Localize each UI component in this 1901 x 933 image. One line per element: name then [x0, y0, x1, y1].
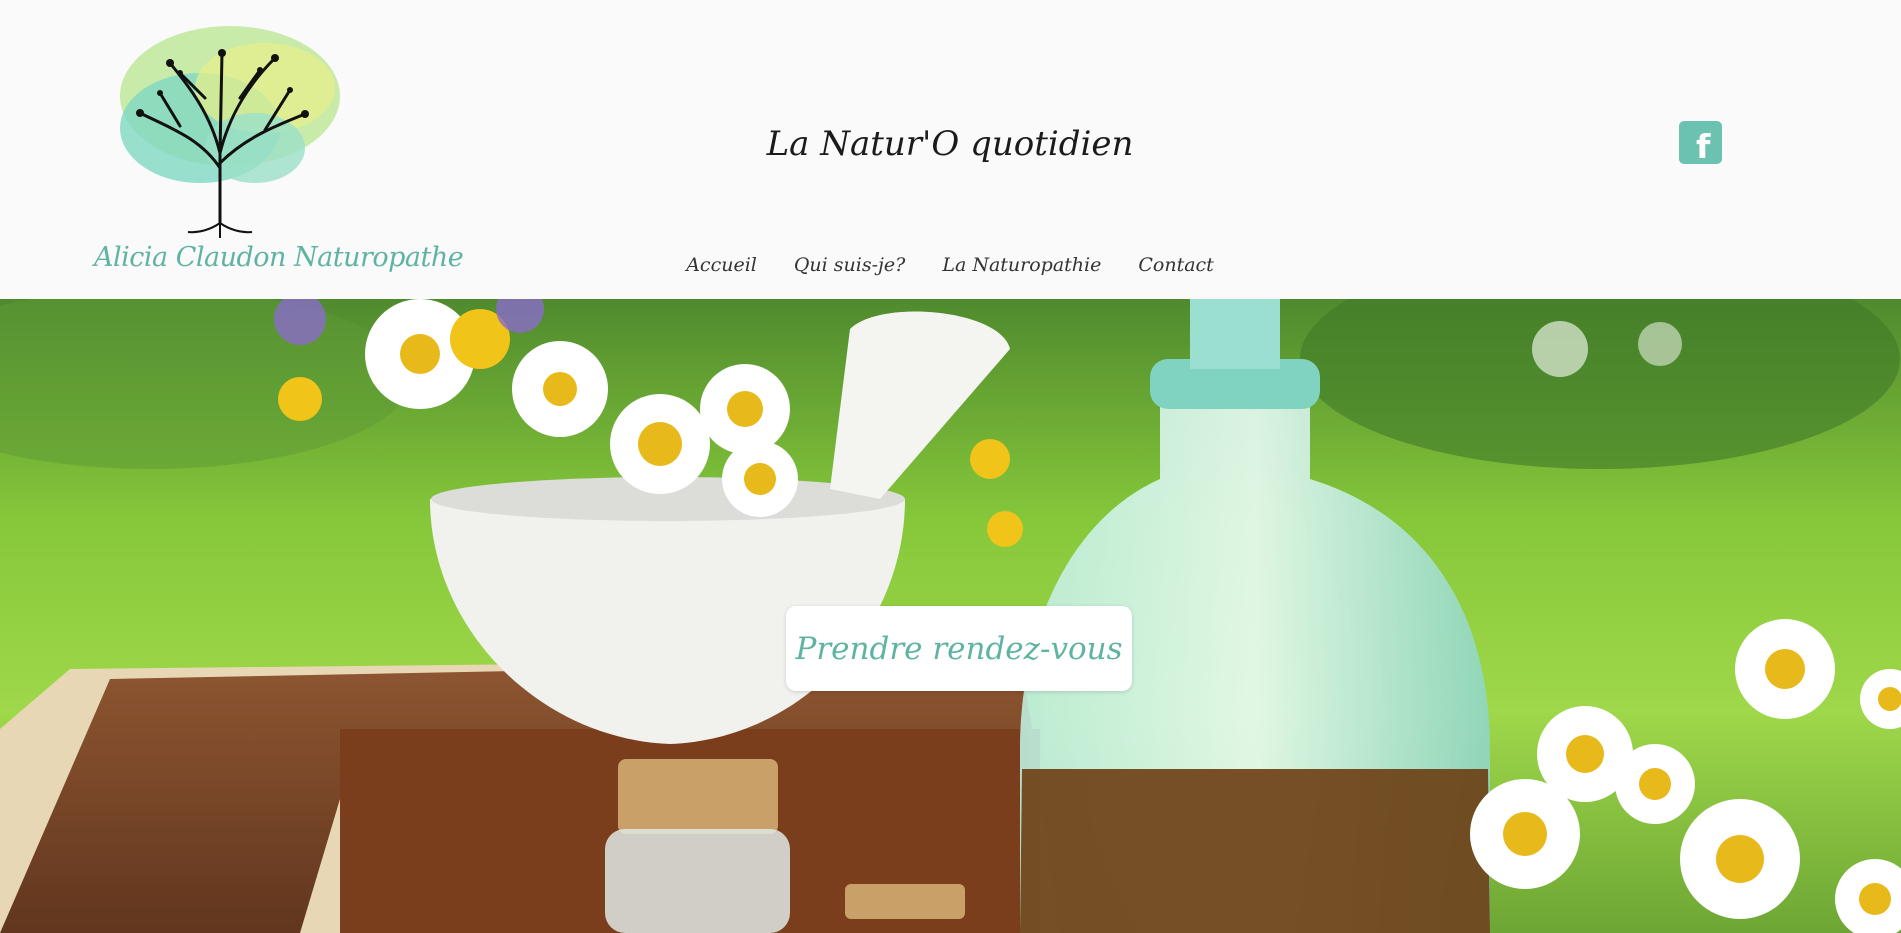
hero-banner: Prendre rendez-vous — [0, 299, 1901, 933]
facebook-link[interactable]: f — [1679, 121, 1722, 166]
nav-item-la-naturopathie[interactable]: La Naturopathie — [942, 254, 1101, 276]
nav-item-contact[interactable]: Contact — [1138, 254, 1213, 276]
nav-item-qui-suis-je[interactable]: Qui suis-je? — [794, 254, 906, 276]
main-nav: Accueil Qui suis-je? La Naturopathie Con… — [686, 254, 1214, 276]
tree-icon — [120, 26, 340, 238]
site-logo[interactable]: Alicia Claudon Naturopathe — [80, 18, 464, 288]
logo-caption: Alicia Claudon Naturopathe — [94, 242, 464, 273]
site-header: Alicia Claudon Naturopathe La Natur'O qu… — [0, 0, 1901, 299]
nav-item-accueil[interactable]: Accueil — [686, 254, 757, 276]
site-title: La Natur'O quotidien — [766, 124, 1134, 164]
facebook-icon: f — [1696, 127, 1711, 166]
book-appointment-button[interactable]: Prendre rendez-vous — [786, 606, 1132, 691]
